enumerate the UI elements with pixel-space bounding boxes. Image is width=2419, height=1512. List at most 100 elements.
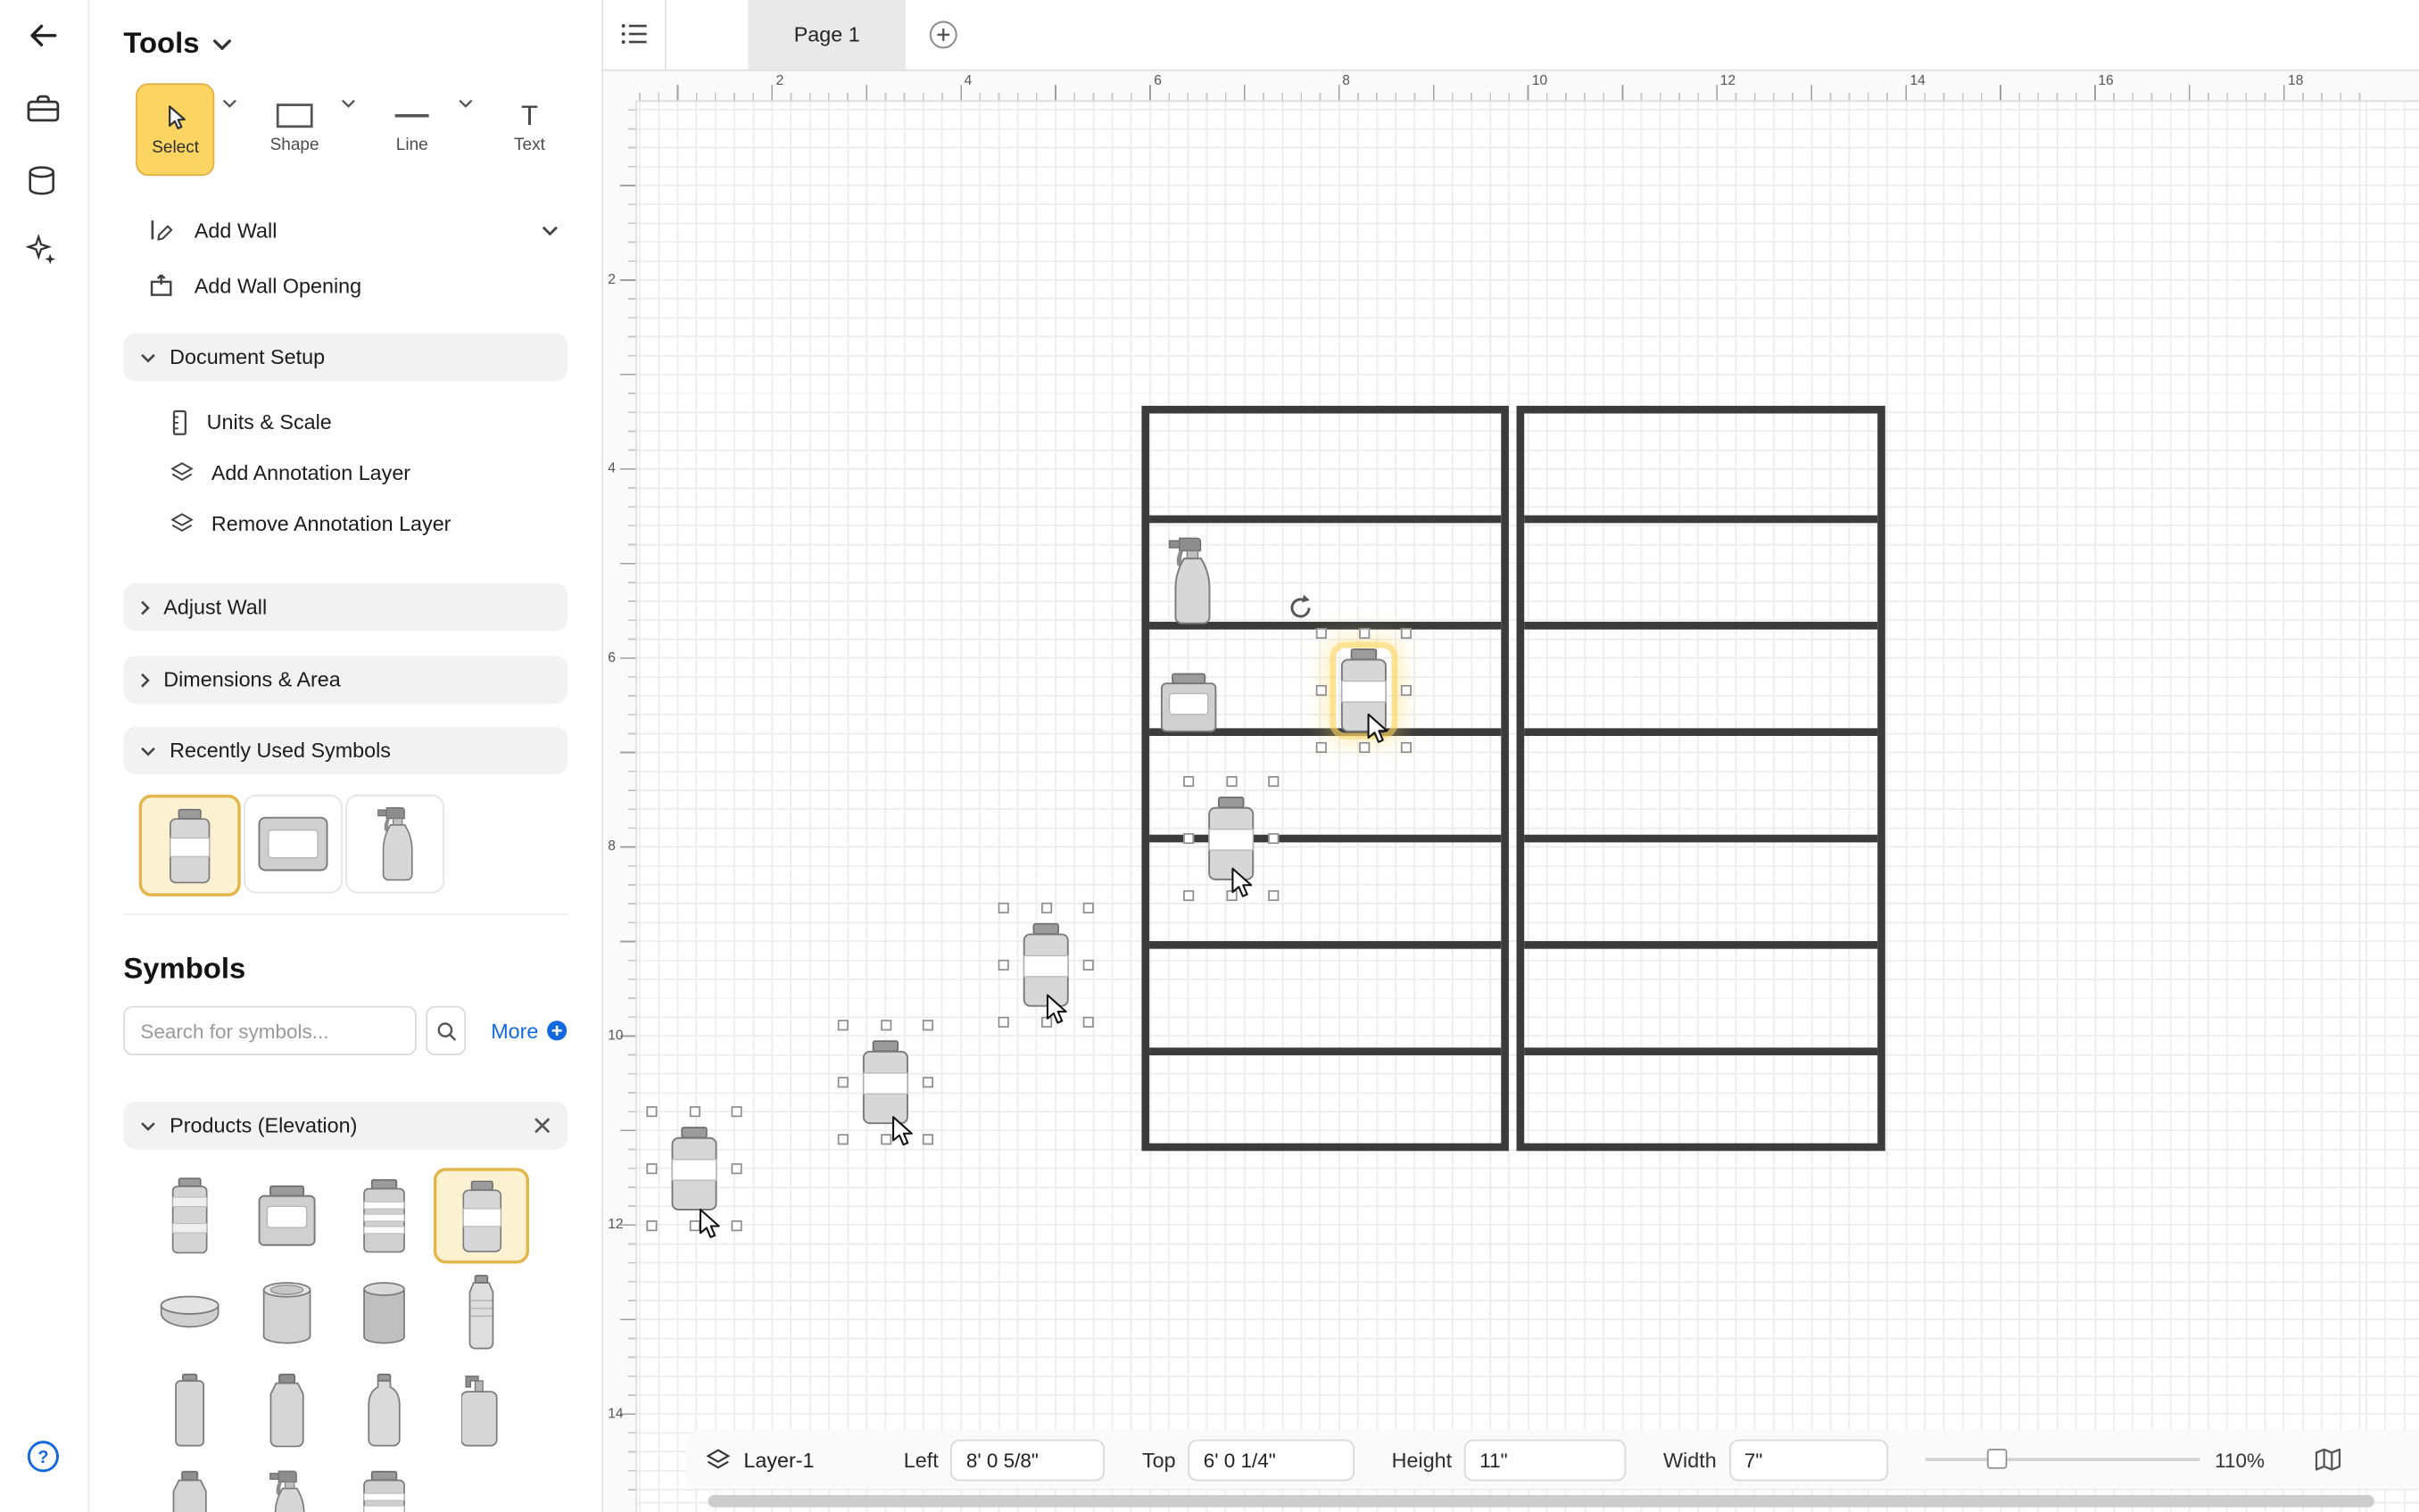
text-tool-button[interactable]: T Text [492,83,568,172]
back-arrow-icon[interactable] [26,19,60,53]
recently-used-label: Recently Used Symbols [170,739,391,762]
section-products-elevation[interactable]: Products (Elevation) [123,1102,567,1150]
minimap-icon[interactable] [2314,1447,2341,1472]
page-list-icon[interactable] [620,21,650,46]
shelf-divider [1524,622,1877,630]
section-adjust-wall[interactable]: Adjust Wall [123,583,567,632]
shelving-unit-right[interactable] [1517,406,1885,1151]
product-symbol-bowl[interactable] [142,1265,237,1360]
product-symbol-jar-selected[interactable] [434,1168,529,1263]
width-input[interactable] [1729,1439,1888,1481]
document-setup-label: Document Setup [170,345,325,368]
shape-tool-chevron-icon[interactable] [340,99,355,108]
divider [123,913,567,915]
page-tab-bar: Page 1 [603,0,2419,71]
shelving-unit-left[interactable] [1141,406,1508,1151]
search-button[interactable] [426,1006,466,1055]
cursor-pointer-icon [162,103,189,130]
units-scale-item[interactable]: Units & Scale [123,397,567,448]
plus-circle-icon [546,1020,567,1041]
zoom-slider[interactable] [1925,1449,2199,1470]
product-symbol-water-bottle[interactable] [434,1265,529,1360]
shape-tool-button[interactable]: Shape [256,83,333,172]
tab-page-1[interactable]: Page 1 [749,0,906,70]
add-wall-opening-button[interactable]: Add Wall Opening [123,262,567,309]
recent-symbol-jar[interactable] [139,795,241,896]
placed-symbol-jar-selected[interactable] [667,1127,722,1211]
adjust-wall-label: Adjust Wall [163,596,267,619]
ruler-label: 14 [1910,72,1925,87]
ruler-label: 10 [1532,72,1547,87]
toolbox-icon[interactable] [26,93,60,124]
placed-symbol-jar-wide[interactable] [1158,673,1218,732]
tools-panel-header[interactable]: Tools [123,21,567,68]
ruler-corner [603,70,635,102]
tool-buttons-row: Select Shape Line T Text [123,83,567,176]
placed-symbol-jar-selected[interactable] [857,1040,913,1125]
section-recently-used-symbols[interactable]: Recently Used Symbols [123,727,567,775]
select-tool-button[interactable]: Select [136,83,215,176]
shape-library-icon[interactable] [26,165,57,196]
ruler-label: 6 [608,649,616,665]
layers-add-icon [170,461,195,484]
left-input[interactable] [951,1439,1106,1481]
product-symbol-bottle-shoulder[interactable] [336,1362,432,1458]
section-dimensions-area[interactable]: Dimensions & Area [123,656,567,704]
shape-tool-label: Shape [270,135,319,153]
remove-annotation-layer-item[interactable]: Remove Annotation Layer [123,499,567,549]
product-symbol-jar-striped[interactable] [336,1168,432,1263]
top-input[interactable] [1188,1439,1354,1481]
height-field-label: Height [1392,1448,1452,1471]
chevron-right-icon [140,599,149,615]
product-symbol-spray-partial[interactable] [239,1459,335,1512]
add-wall-button[interactable]: Add Wall [123,207,567,253]
line-tool-label: Line [396,135,428,153]
shelf-divider [1524,835,1877,843]
text-tool-icon: T [521,103,538,128]
more-symbols-link[interactable]: More [491,1019,567,1042]
chevron-down-icon [213,38,232,51]
top-field-label: Top [1142,1448,1176,1471]
ruler-label: 12 [1720,72,1736,87]
line-tool-button[interactable]: Line [374,83,451,172]
horizontal-ruler: 2 4 6 8 10 12 14 16 18 [635,70,2419,102]
mouse-cursor [1367,713,1388,745]
product-symbol-bottle-capped[interactable] [239,1362,335,1458]
section-document-setup[interactable]: Document Setup [123,334,567,382]
height-input[interactable] [1464,1439,1627,1481]
product-symbol-bottle-partial[interactable] [142,1459,237,1512]
product-symbol-jar-labeled[interactable] [239,1168,335,1263]
close-icon[interactable] [534,1117,551,1134]
left-field-label: Left [904,1448,939,1471]
recent-symbol-bin[interactable] [244,795,343,894]
zoom-slider-thumb[interactable] [1986,1449,2006,1468]
horizontal-scrollbar[interactable] [708,1495,2374,1508]
product-symbol-cylinder[interactable] [336,1265,432,1360]
select-tool-chevron-icon[interactable] [223,99,238,108]
add-page-button[interactable] [929,20,958,49]
placed-symbol-spray-bottle[interactable] [1168,535,1213,626]
search-icon [435,1019,458,1042]
chevron-down-icon [140,1121,155,1130]
zoom-slider-track [1925,1458,2199,1460]
product-symbol-jar-partial[interactable] [336,1459,432,1512]
products-section-label: Products (Elevation) [170,1114,357,1137]
select-tool-label: Select [152,138,199,157]
ruler-label: 8 [1342,72,1350,87]
layer-selector[interactable]: Layer-1 [705,1448,814,1471]
rotate-handle-icon[interactable] [1287,594,1314,622]
symbol-search-input[interactable] [123,1006,417,1055]
ruler-label: 14 [608,1406,623,1421]
shelf-divider [1524,1047,1877,1055]
vertical-ruler: 2 4 6 8 10 12 14 [603,100,637,1512]
drawing-canvas[interactable] [635,100,2419,1512]
sparkles-icon[interactable] [26,235,57,266]
recent-symbol-spray-bottle[interactable] [345,795,444,894]
line-tool-chevron-icon[interactable] [458,99,473,108]
product-symbol-bottle-straight[interactable] [142,1362,237,1458]
product-symbol-bottle-banded[interactable] [142,1168,237,1263]
product-symbol-canister[interactable] [239,1265,335,1360]
add-annotation-layer-item[interactable]: Add Annotation Layer [123,448,567,499]
help-icon[interactable]: ? [26,1440,60,1474]
product-symbol-pump-bottle[interactable] [434,1362,529,1458]
